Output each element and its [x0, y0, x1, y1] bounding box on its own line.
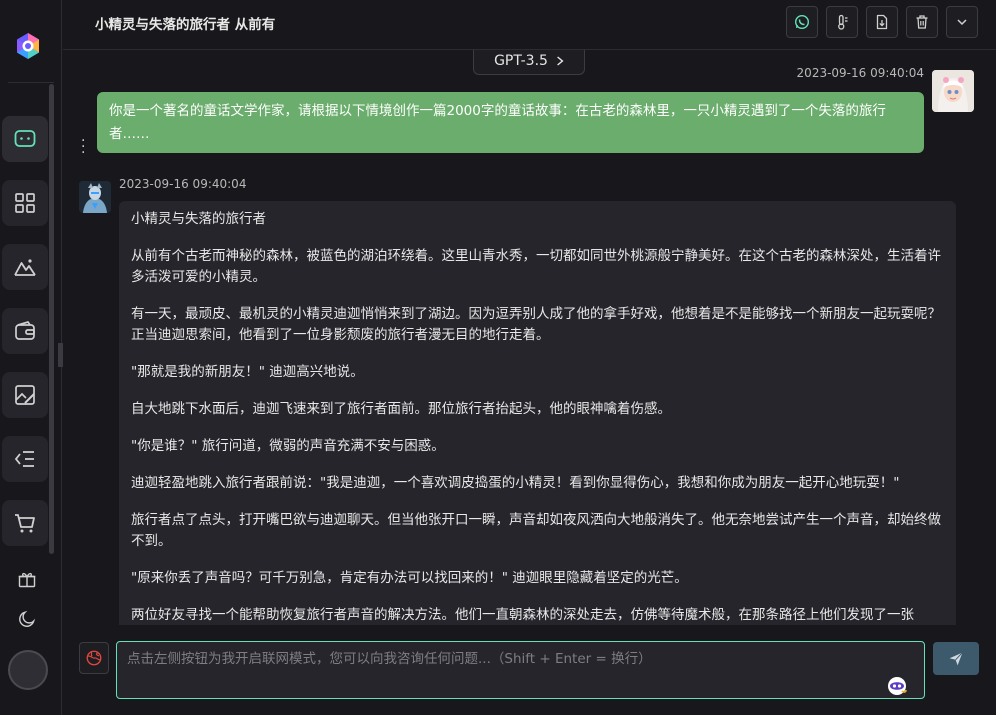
chat-icon — [14, 130, 36, 147]
user-message-avatar — [932, 70, 974, 112]
assistant-paragraph: "原来你丢了声音吗？可千万别急，肯定有办法可以找回来的！" 迪迦眼里隐藏着坚定的… — [131, 570, 688, 586]
model-label: GPT-3.5 — [494, 53, 548, 69]
chevron-right-icon — [557, 56, 564, 66]
cart-icon — [15, 514, 35, 533]
globe-icon — [86, 650, 102, 666]
sidebar-item-chat[interactable] — [2, 116, 48, 162]
assistant-avatar — [79, 181, 111, 213]
moon-icon[interactable] — [15, 607, 39, 631]
temperature-button[interactable] — [826, 6, 858, 38]
message-input[interactable] — [127, 648, 887, 670]
gift-icon[interactable] — [15, 567, 39, 591]
thermometer-icon — [838, 14, 848, 30]
assistant-paragraph: 小精灵与失落的旅行者 — [131, 211, 266, 227]
image-icon — [14, 259, 36, 276]
sidebar-scrollbar[interactable] — [49, 84, 54, 554]
list-icon — [14, 451, 34, 467]
send-icon — [949, 651, 963, 665]
trash-icon — [916, 15, 928, 29]
assistant-paragraph: 自大地跳下水面后，迪迦飞速来到了旅行者面前。那位旅行者抬起头，他的眼神噙着伤感。 — [131, 401, 671, 417]
assistant-message-bubble: 小精灵与失落的旅行者 从前有个古老而神秘的森林，被蓝色的湖泊环绕着。这里山青水秀… — [119, 201, 956, 625]
model-selector[interactable]: GPT-3.5 — [473, 50, 585, 75]
sidebar-item-list[interactable] — [2, 436, 48, 482]
sidebar-item-wallet[interactable] — [2, 308, 48, 354]
chat-header: 小精灵与失落的旅行者 从前有 — [63, 0, 996, 50]
logo-icon[interactable] — [14, 32, 42, 60]
assistant-paragraph: "那就是我的新朋友！" 迪迦高兴地说。 — [131, 364, 364, 380]
export-button[interactable] — [866, 6, 898, 38]
user-message-bubble: 你是一个著名的童话文学作家，请根据以下情境创作一篇2000字的童话故事：在古老的… — [97, 92, 924, 153]
send-button[interactable] — [933, 642, 979, 675]
assistant-paragraph: 旅行者点了点头，打开嘴巴欲与迪迦聊天。但当他张开口一瞬，声音却如夜风洒向大地般消… — [131, 512, 941, 549]
more-options-button[interactable] — [946, 6, 978, 38]
chat-area: GPT-3.5 2023-09-16 09:40:04 你是一个著名的童话文学作… — [63, 50, 996, 625]
more-vertical-icon[interactable]: · · · — [81, 134, 85, 160]
sidebar-item-apps[interactable] — [2, 180, 48, 226]
message-input-box[interactable] — [116, 641, 925, 699]
sidebar — [0, 0, 62, 715]
sidebar-item-image[interactable] — [2, 244, 48, 290]
conversation-title: 小精灵与失落的旅行者 从前有 — [95, 17, 276, 33]
assistant-paragraph: 有一天，最顽皮、最机灵的小精灵迪迦悄悄来到了湖边。因为逗弄别人成了他的拿手好戏，… — [131, 306, 941, 343]
sidebar-item-sketch[interactable] — [2, 372, 48, 418]
share-button[interactable] — [786, 6, 818, 38]
whatsapp-icon — [794, 14, 810, 30]
delete-button[interactable] — [906, 6, 938, 38]
user-avatar[interactable] — [8, 650, 48, 690]
sidebar-divider — [8, 82, 54, 83]
chevron-down-icon — [957, 19, 967, 26]
sidebar-item-cart[interactable] — [2, 500, 48, 546]
assistant-message-time: 2023-09-16 09:40:04 — [119, 177, 247, 191]
assistant-paragraph: 迪迦轻盈地跳入旅行者跟前说："我是迪迦，一个喜欢调皮捣蛋的小精灵！看到你显得伤心… — [131, 475, 900, 491]
assistant-paragraph: "你是谁？" 旅行问道，微弱的声音充满不安与困惑。 — [131, 438, 445, 454]
apps-grid-icon — [15, 193, 35, 213]
assistant-bot-icon[interactable] — [886, 675, 908, 697]
user-message-text: 你是一个著名的童话文学作家，请根据以下情境创作一篇2000字的童话故事：在古老的… — [109, 103, 886, 142]
assistant-paragraph: 两位好友寻找一个能帮助恢复旅行者声音的解决方法。他们一直朝森林的深处走去，仿佛等… — [131, 607, 914, 623]
export-icon — [876, 14, 888, 30]
assistant-paragraph: 从前有个古老而神秘的森林，被蓝色的湖泊环绕着。这里山青水秀，一切都如同世外桃源般… — [131, 248, 941, 285]
sketch-icon — [15, 385, 35, 405]
input-area — [63, 625, 996, 715]
wallet-icon — [15, 321, 35, 340]
web-search-toggle[interactable] — [79, 642, 109, 674]
user-message-time: 2023-09-16 09:40:04 — [796, 66, 924, 80]
